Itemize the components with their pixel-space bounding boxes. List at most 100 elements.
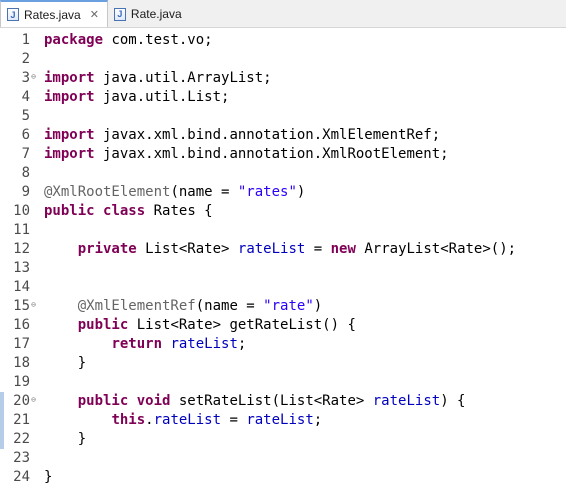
code-text: } xyxy=(44,354,86,373)
code-text: this.rateList = rateList; xyxy=(44,411,322,430)
line-number: 6 xyxy=(21,127,30,143)
code-token: ) xyxy=(313,298,323,314)
code-token: rateList xyxy=(170,336,238,352)
code-line: 22 } xyxy=(0,430,566,449)
code-line: 2 xyxy=(0,50,566,69)
code-line: 12 private List<Rate> rateList = new Arr… xyxy=(0,240,566,259)
tab-label: Rate.java xyxy=(130,7,182,21)
code-token: import xyxy=(44,146,95,162)
code-line: 20 ⊖ public void setRateList(List<Rate> r… xyxy=(0,392,566,411)
code-line: 5 xyxy=(0,107,566,126)
tab-label: Rates.java xyxy=(24,7,81,22)
close-icon[interactable]: ✕ xyxy=(90,8,99,21)
code-token: public xyxy=(77,317,129,333)
code-token: (name = xyxy=(195,298,264,314)
line-number: 7 xyxy=(21,146,30,162)
line-number: 20 xyxy=(13,393,30,409)
fold-toggle-icon[interactable]: ⊖ xyxy=(29,395,38,404)
code-line: 10 public class Rates { xyxy=(0,202,566,221)
code-token: @XmlElementRef xyxy=(77,298,196,314)
code-text: @XmlElementRef(name = "rate") xyxy=(44,297,322,316)
code-token: private xyxy=(77,241,137,257)
code-text: return rateList; xyxy=(44,335,246,354)
code-text: public class Rates { xyxy=(44,202,213,221)
code-line: 11 xyxy=(0,221,566,240)
code-line: 19 xyxy=(0,373,566,392)
code-line: 4 import java.util.List; xyxy=(0,88,566,107)
code-text: package com.test.vo; xyxy=(44,31,213,50)
tab-rate-java[interactable]: J Rate.java xyxy=(107,1,190,27)
code-token: "rates" xyxy=(237,184,297,200)
code-token: ) xyxy=(296,184,306,200)
code-token: "rate" xyxy=(263,298,314,314)
code-line: 16 public List<Rate> getRateList() { xyxy=(0,316,566,335)
code-line: 7 import javax.xml.bind.annotation.XmlRoo… xyxy=(0,145,566,164)
code-token: void xyxy=(136,393,171,409)
code-token: @XmlRootElement xyxy=(44,184,171,200)
code-token: package xyxy=(44,32,104,48)
line-number: 13 xyxy=(13,260,30,276)
code-text: } xyxy=(44,468,52,487)
code-token: java.util.ArrayList; xyxy=(94,70,272,86)
line-number: 3 xyxy=(21,70,30,86)
code-token: setRateList(List<Rate> xyxy=(170,393,373,409)
code-line: 17 return rateList; xyxy=(0,335,566,354)
tab-rates-java[interactable]: J Rates.java ✕ xyxy=(0,0,108,27)
code-token: new xyxy=(330,241,356,257)
code-token: = xyxy=(305,241,331,257)
code-token: javax.xml.bind.annotation.XmlRootElement… xyxy=(94,146,449,162)
line-number: 22 xyxy=(13,431,30,447)
code-text: public void setRateList(List<Rate> rateL… xyxy=(44,392,466,411)
code-line: 21 this.rateList = rateList; xyxy=(0,411,566,430)
fold-toggle-icon[interactable]: ⊖ xyxy=(29,72,38,81)
line-number: 18 xyxy=(13,355,30,371)
code-token: rateList xyxy=(153,412,222,428)
line-number: 23 xyxy=(13,450,30,466)
code-token: = xyxy=(221,412,247,428)
code-token: ; xyxy=(313,412,323,428)
code-line: 15 ⊖ @XmlElementRef(name = "rate") xyxy=(0,297,566,316)
code-text: import javax.xml.bind.annotation.XmlRoot… xyxy=(44,145,449,164)
code-text: } xyxy=(44,430,86,449)
code-token: (name = xyxy=(170,184,238,200)
line-number: 5 xyxy=(21,108,30,124)
code-token: } xyxy=(44,469,53,485)
code-line: 8 xyxy=(0,164,566,183)
code-line: 1 package com.test.vo; xyxy=(0,31,566,50)
code-line: 23 xyxy=(0,449,566,468)
code-token: import xyxy=(44,127,95,143)
line-number: 8 xyxy=(21,165,30,181)
line-number: 1 xyxy=(21,32,30,48)
line-number: 19 xyxy=(13,374,30,390)
line-number: 15 xyxy=(13,298,30,314)
fold-toggle-icon[interactable]: ⊖ xyxy=(29,300,38,309)
code-line: 14 xyxy=(0,278,566,297)
line-number: 17 xyxy=(13,336,30,352)
code-token: } xyxy=(44,431,87,447)
code-token: import xyxy=(44,70,95,86)
line-number: 11 xyxy=(13,222,30,238)
code-text: @XmlRootElement(name = "rates") xyxy=(44,183,305,202)
code-line: 24} xyxy=(0,468,566,487)
code-text: import javax.xml.bind.annotation.XmlElem… xyxy=(44,126,440,145)
code-text: import java.util.List; xyxy=(44,88,229,107)
code-text: import java.util.ArrayList; xyxy=(44,69,272,88)
line-number: 21 xyxy=(13,412,30,428)
line-number: 14 xyxy=(13,279,30,295)
code-line: 6 import javax.xml.bind.annotation.XmlEle… xyxy=(0,126,566,145)
code-editor[interactable]: 1 package com.test.vo; 2 3 ⊖ import java.util… xyxy=(0,28,566,485)
code-token: java.util.List; xyxy=(94,89,230,105)
code-token: . xyxy=(145,412,154,428)
code-line: 13 xyxy=(0,259,566,278)
java-file-icon: J xyxy=(113,7,126,21)
code-token: public xyxy=(77,393,129,409)
line-number: 9 xyxy=(21,184,30,200)
